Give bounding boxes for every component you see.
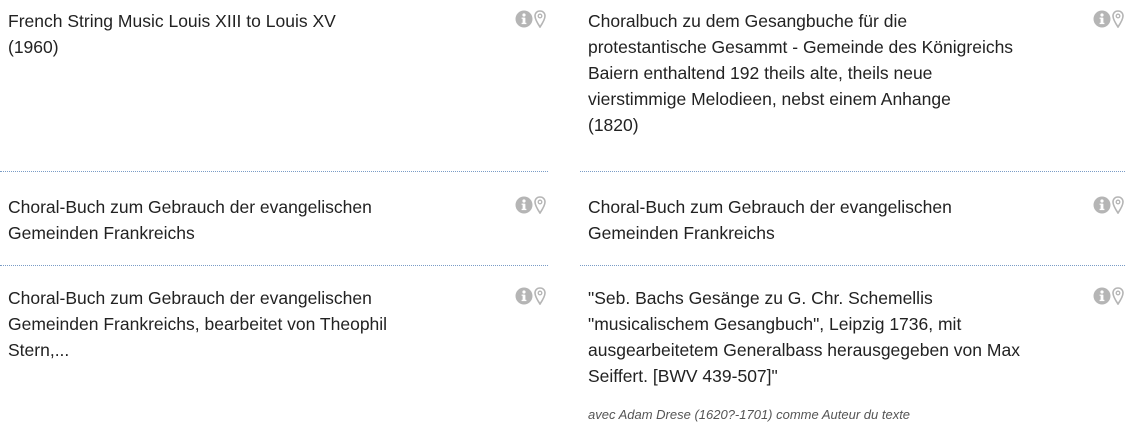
result-title[interactable]: Choral-Buch zum Gebrauch der evangelisch…: [8, 285, 478, 363]
map-pin-icon[interactable]: [1112, 196, 1124, 214]
result-actions: [515, 10, 546, 28]
result-actions: [1093, 287, 1124, 305]
result-title-line: Choral-Buch zum Gebrauch der evangelisch…: [8, 197, 372, 217]
result-title-line: French String Music Louis XIII to Louis …: [8, 11, 336, 31]
result-title-line: "Seb. Bachs Gesänge zu G. Chr. Schemelli…: [588, 288, 933, 308]
result-title-line: Gemeinden Frankreichs, bearbeitet von Th…: [8, 314, 388, 334]
result-title-line: (1820): [588, 115, 639, 135]
result-title-line: Stern,...: [8, 340, 70, 360]
result-title-line: Baiern enthaltend 192 theils alte, theil…: [588, 63, 933, 83]
info-icon[interactable]: [1093, 196, 1111, 214]
result-contributor-note: avec Adam Drese (1620?-1701) comme Auteu…: [588, 407, 911, 422]
result-item: Choral-Buch zum Gebrauch der evangelisch…: [0, 285, 548, 385]
result-divider: [0, 265, 548, 266]
result-item: Choral-Buch zum Gebrauch der evangelisch…: [0, 194, 548, 266]
result-title[interactable]: Choral-Buch zum Gebrauch der evangelisch…: [588, 194, 1088, 246]
info-icon[interactable]: [1093, 10, 1111, 28]
result-title[interactable]: Choral-Buch zum Gebrauch der evangelisch…: [8, 194, 478, 246]
result-item: Choral-Buch zum Gebrauch der evangelisch…: [580, 194, 1125, 266]
result-actions: [1093, 196, 1124, 214]
map-pin-icon[interactable]: [534, 10, 546, 28]
result-title-line: (1960): [8, 37, 59, 57]
result-divider: [580, 265, 1125, 266]
result-title-line: Choralbuch zu dem Gesangbuche für die: [588, 11, 908, 31]
result-title-line: Gemeinden Frankreichs: [8, 223, 195, 243]
result-title-line: protestantische Gesammt - Gemeinde des K…: [588, 37, 1014, 57]
result-title[interactable]: "Seb. Bachs Gesänge zu G. Chr. Schemelli…: [588, 285, 1098, 389]
result-title-line: Choral-Buch zum Gebrauch der evangelisch…: [588, 197, 952, 217]
result-divider: [0, 171, 548, 172]
result-title-line: Choral-Buch zum Gebrauch der evangelisch…: [8, 288, 372, 308]
info-icon[interactable]: [515, 287, 533, 305]
info-icon[interactable]: [515, 196, 533, 214]
info-icon[interactable]: [1093, 287, 1111, 305]
result-title-line: Gemeinden Frankreichs: [588, 223, 775, 243]
info-icon[interactable]: [515, 10, 533, 28]
result-title[interactable]: Choralbuch zu dem Gesangbuche für die pr…: [588, 8, 1088, 138]
result-actions: [1093, 10, 1124, 28]
result-title-line: ausgearbeitetem Generalbass herausgegebe…: [588, 340, 1020, 360]
results-grid: French String Music Louis XIII to Louis …: [0, 0, 1127, 427]
result-title[interactable]: French String Music Louis XIII to Louis …: [8, 8, 478, 60]
map-pin-icon[interactable]: [534, 196, 546, 214]
map-pin-icon[interactable]: [534, 287, 546, 305]
result-title-line: "musicalischem Gesangbuch", Leipzig 1736…: [588, 314, 962, 334]
result-item: Choralbuch zu dem Gesangbuche für die pr…: [580, 8, 1125, 172]
map-pin-icon[interactable]: [1112, 10, 1124, 28]
result-item: "Seb. Bachs Gesänge zu G. Chr. Schemelli…: [580, 285, 1125, 425]
result-item: French String Music Louis XIII to Louis …: [0, 8, 548, 172]
result-divider: [580, 171, 1125, 172]
result-title-line: Seiffert. [BWV 439-507]": [588, 366, 778, 386]
result-actions: [515, 196, 546, 214]
result-title-line: vierstimmige Melodieen, nebst einem Anha…: [588, 89, 951, 109]
result-actions: [515, 287, 546, 305]
map-pin-icon[interactable]: [1112, 287, 1124, 305]
